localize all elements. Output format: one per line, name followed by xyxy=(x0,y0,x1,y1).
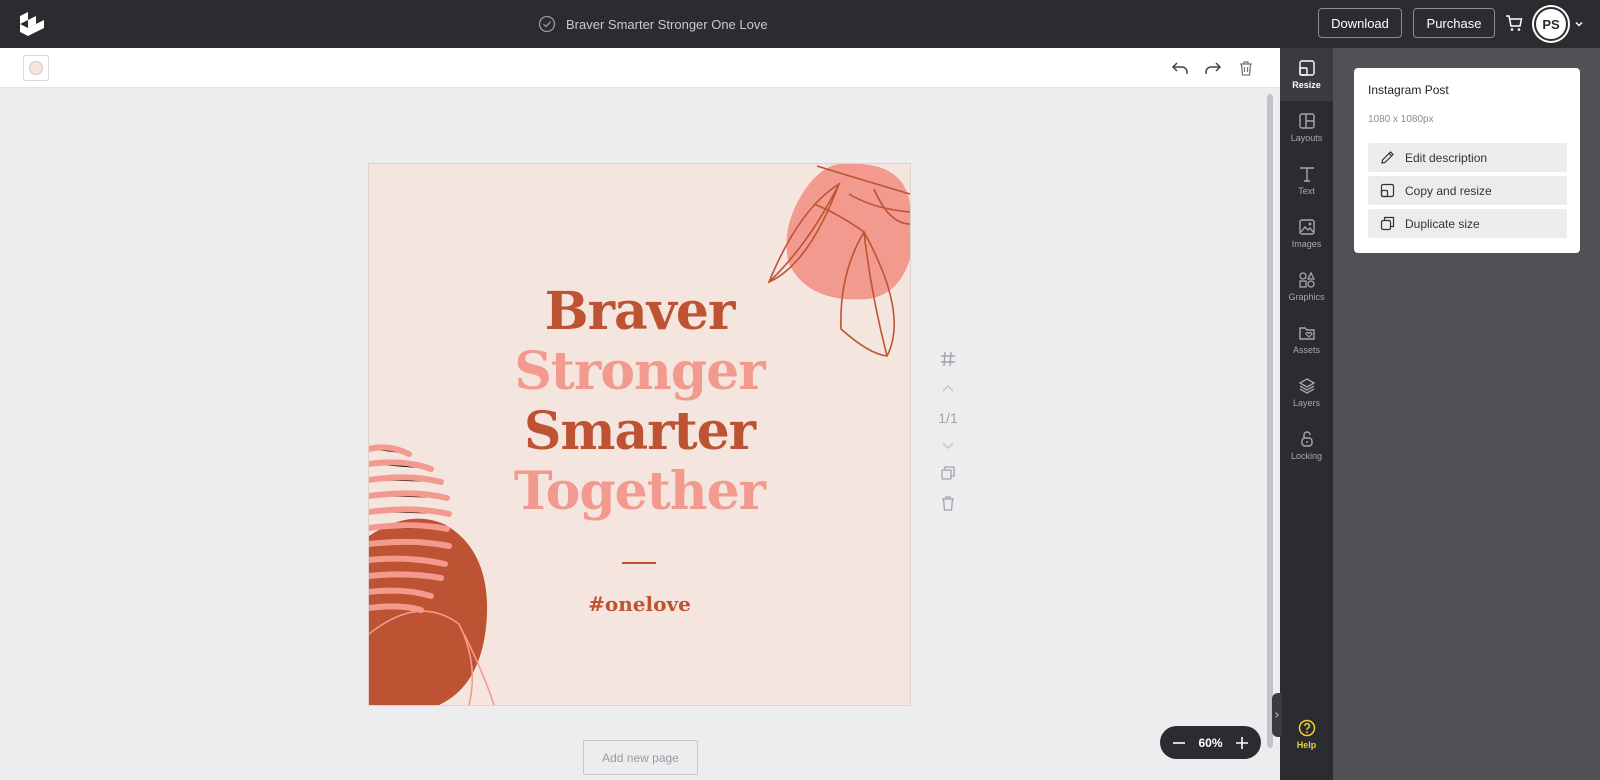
canvas-scrollbar[interactable] xyxy=(1267,94,1273,748)
nav-item-resize[interactable]: Resize xyxy=(1280,48,1333,101)
top-bar: Braver Smarter Stronger One Love Downloa… xyxy=(0,0,1600,48)
nav-label: Layouts xyxy=(1290,133,1323,143)
headline-line-1[interactable]: Braver xyxy=(369,282,910,342)
duplicate-icon xyxy=(1380,216,1395,231)
purchase-button[interactable]: Purchase xyxy=(1413,8,1495,38)
layers-icon xyxy=(1298,378,1315,394)
copy-resize-icon xyxy=(1380,183,1395,198)
duplicate-size-button[interactable]: Duplicate size xyxy=(1368,209,1567,238)
nav-label: Graphics xyxy=(1288,292,1325,302)
nav-item-help[interactable]: Help xyxy=(1280,708,1333,761)
zoom-level: 60% xyxy=(1198,735,1223,750)
nav-item-graphics[interactable]: Graphics xyxy=(1280,260,1333,313)
image-icon xyxy=(1298,219,1315,235)
zoom-control: 60% xyxy=(1160,726,1261,759)
pencil-icon xyxy=(1381,151,1394,164)
hashtag-text[interactable]: #onelove xyxy=(369,592,910,616)
background-color-picker[interactable] xyxy=(23,55,49,81)
layouts-icon xyxy=(1298,113,1315,129)
edit-description-button[interactable]: Edit description xyxy=(1368,143,1567,172)
zoom-out-icon[interactable] xyxy=(1172,736,1186,750)
divider-line[interactable] xyxy=(622,562,656,564)
headline-line-4[interactable]: Together xyxy=(369,462,910,522)
nav-item-assets[interactable]: Assets xyxy=(1280,313,1333,366)
delete-page-icon[interactable] xyxy=(939,494,957,512)
text-icon xyxy=(1299,167,1314,182)
duplicate-page-icon[interactable] xyxy=(939,464,957,482)
nav-item-layouts[interactable]: Layouts xyxy=(1280,101,1333,154)
user-avatar[interactable]: PS xyxy=(1534,7,1568,41)
grid-hash-icon[interactable] xyxy=(939,350,957,368)
nav-item-layers[interactable]: Layers xyxy=(1280,366,1333,419)
chevron-up-icon[interactable] xyxy=(939,380,957,398)
nav-label: Images xyxy=(1291,239,1322,249)
document-title[interactable]: Braver Smarter Stronger One Love xyxy=(538,13,768,35)
saved-check-icon xyxy=(538,15,556,33)
nav-label: Text xyxy=(1298,186,1315,196)
headline-line-3[interactable]: Smarter xyxy=(369,402,910,462)
chevron-right-icon xyxy=(1275,712,1279,718)
add-new-page-button[interactable]: Add new page xyxy=(583,740,698,775)
help-icon xyxy=(1298,719,1315,737)
action-label: Edit description xyxy=(1405,150,1488,165)
trash-icon[interactable] xyxy=(1237,59,1255,77)
shapes-icon xyxy=(1298,271,1315,288)
nav-item-text[interactable]: Text xyxy=(1280,154,1333,207)
download-button[interactable]: Download xyxy=(1318,8,1402,38)
nav-label: Help xyxy=(1296,740,1317,750)
document-title-text: Braver Smarter Stronger One Love xyxy=(566,16,768,32)
nav-label: Layers xyxy=(1292,398,1320,408)
side-navigation: Resize Layouts Text Images Graphics Asse… xyxy=(1280,48,1333,780)
chevron-down-icon[interactable] xyxy=(939,436,957,454)
folder-icon xyxy=(1298,327,1315,340)
nav-item-locking[interactable]: Locking xyxy=(1280,419,1333,472)
color-swatch-dot xyxy=(29,61,43,75)
cart-icon[interactable] xyxy=(1505,14,1523,32)
zoom-in-icon[interactable] xyxy=(1235,736,1249,750)
headline-text-block[interactable]: Braver Stronger Smarter Together xyxy=(369,282,910,522)
copy-and-resize-button[interactable]: Copy and resize xyxy=(1368,176,1567,205)
chevron-down-icon[interactable] xyxy=(1574,19,1584,29)
page-counter: 1/1 xyxy=(938,410,958,426)
nav-label: Locking xyxy=(1290,451,1323,461)
format-title: Instagram Post xyxy=(1368,83,1449,97)
lock-icon xyxy=(1300,431,1313,447)
action-label: Duplicate size xyxy=(1405,216,1480,231)
nav-label: Assets xyxy=(1292,345,1320,355)
nav-item-images[interactable]: Images xyxy=(1280,207,1333,260)
undo-icon[interactable] xyxy=(1171,59,1189,77)
collapse-panel-tab[interactable] xyxy=(1272,693,1282,737)
redo-icon[interactable] xyxy=(1204,59,1222,77)
headline-line-2[interactable]: Stronger xyxy=(369,342,910,402)
resize-popover: Instagram Post 1080 x 1080px Edit descri… xyxy=(1354,68,1580,253)
design-artboard[interactable]: Braver Stronger Smarter Together #onelov… xyxy=(369,164,910,705)
resize-icon xyxy=(1298,60,1315,76)
editor-toolbar xyxy=(0,48,1280,88)
nav-label: Resize xyxy=(1292,80,1321,90)
format-size: 1080 x 1080px xyxy=(1368,114,1434,125)
action-label: Copy and resize xyxy=(1405,183,1492,198)
app-logo-icon[interactable] xyxy=(18,10,48,38)
